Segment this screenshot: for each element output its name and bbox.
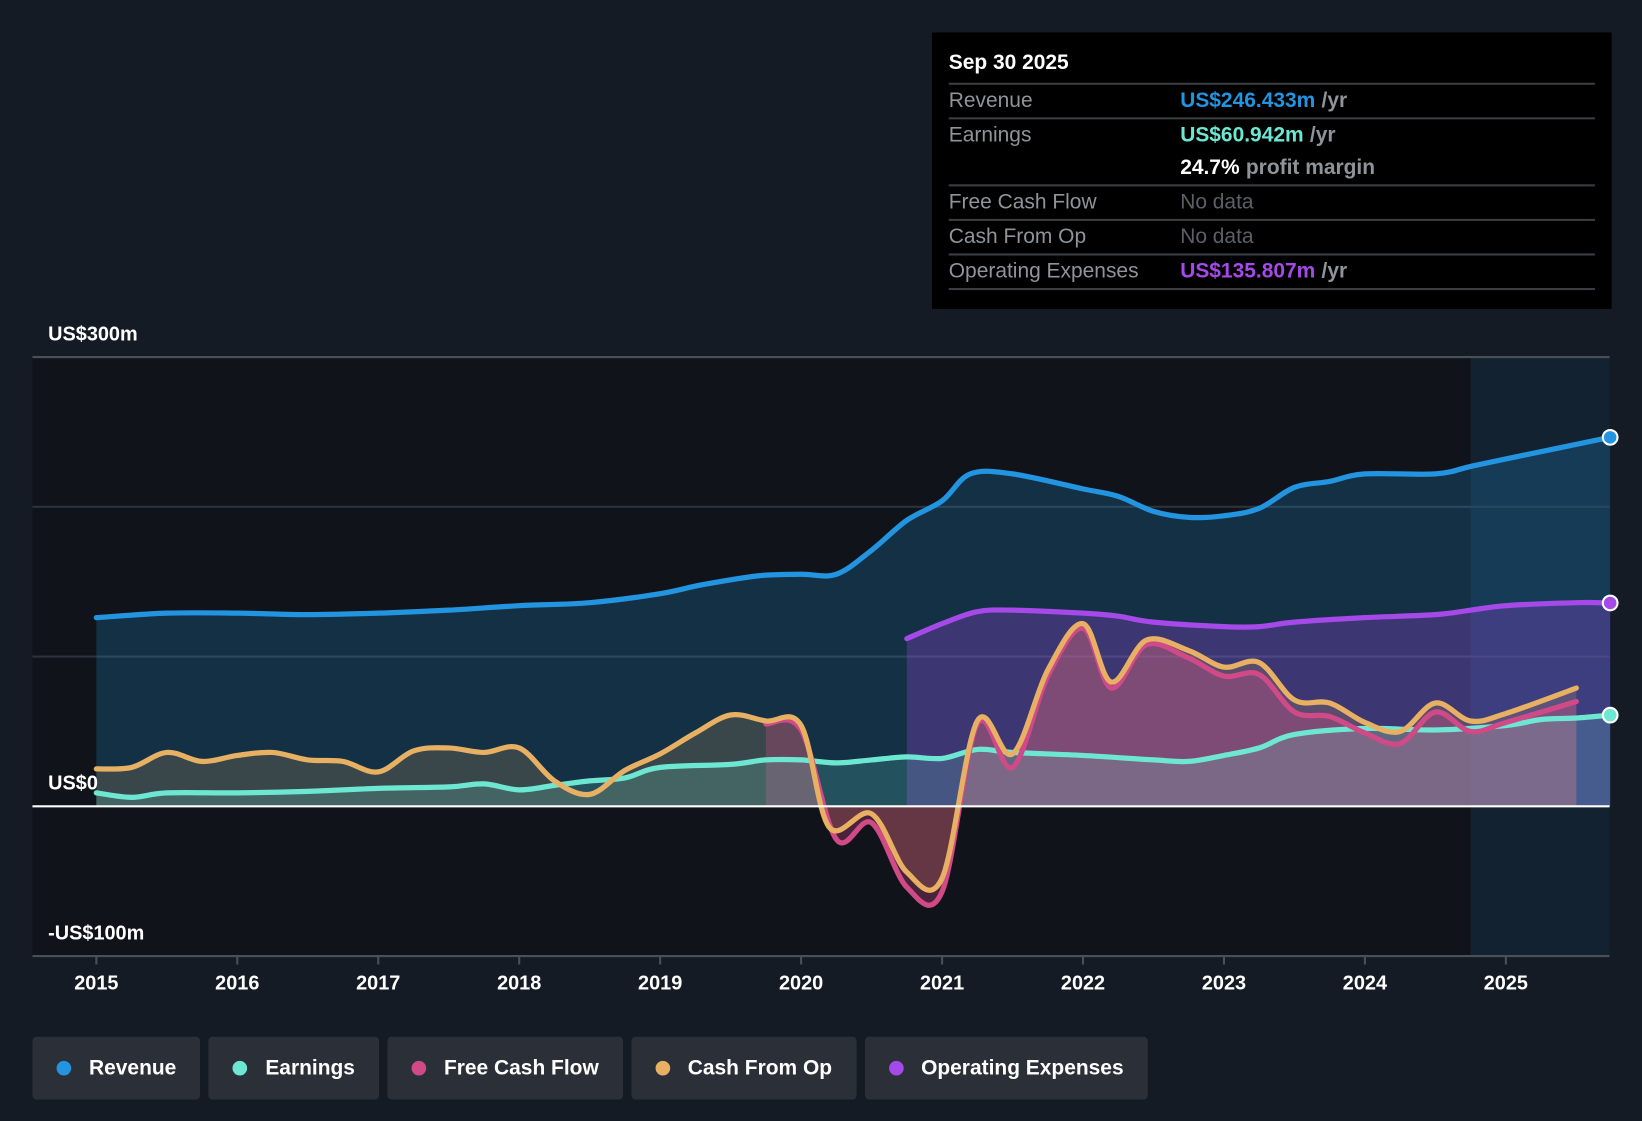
cfo-dot-icon <box>655 1060 670 1076</box>
tooltip-row-margin: 24.7% profit margin <box>948 152 1595 187</box>
tooltip-unit: /yr <box>1321 259 1348 283</box>
legend-item-fcf[interactable]: Free Cash Flow <box>387 1036 623 1100</box>
tooltip-value: No data <box>1180 190 1254 214</box>
tooltip-row-fcf: Free Cash Flow No data <box>948 186 1595 221</box>
tooltip-label: Revenue <box>948 89 1033 113</box>
x-tick-label: 2019 <box>638 973 682 995</box>
earnings-dot-icon <box>232 1060 248 1076</box>
tooltip-label: Operating Expenses <box>948 259 1139 283</box>
revenue-end-marker <box>1601 428 1619 446</box>
x-tick-label: 2023 <box>1202 973 1246 995</box>
tooltip-label <box>949 152 1180 184</box>
y-axis-label: US$0 <box>48 773 98 795</box>
tooltip-label: Cash From Op <box>948 225 1087 249</box>
x-tick-label: 2016 <box>215 973 259 995</box>
x-tick-label: 2024 <box>1343 973 1387 995</box>
legend-item-revenue[interactable]: Revenue <box>32 1036 201 1100</box>
x-tick-label: 2015 <box>74 973 118 995</box>
legend-label: Operating Expenses <box>921 1056 1124 1080</box>
legend-label: Revenue <box>89 1056 177 1080</box>
tooltip-value: US$246.433m <box>1180 89 1316 113</box>
tooltip: Sep 30 2025 Revenue US$246.433m /yr Earn… <box>932 32 1612 309</box>
x-tick-label: 2018 <box>497 973 541 995</box>
y-axis-label: US$300m <box>48 323 137 345</box>
fcf-dot-icon <box>411 1060 427 1076</box>
legend: Revenue Earnings Free Cash Flow Cash Fro… <box>32 1036 1148 1100</box>
x-tick-label: 2022 <box>1061 973 1105 995</box>
tooltip-value: US$135.807m <box>1180 259 1316 283</box>
x-tick-label: 2017 <box>356 973 400 995</box>
tooltip-label: Earnings <box>948 123 1032 147</box>
legend-label: Cash From Op <box>687 1056 833 1080</box>
earnings-end-marker <box>1601 706 1619 724</box>
tooltip-unit: /yr <box>1309 123 1336 147</box>
chart-stage: US$300m US$0 -US$100m 2015 2016 2017 2018 2019 2… <box>0 0 1642 1121</box>
legend-label: Earnings <box>265 1056 355 1080</box>
legend-item-cfo[interactable]: Cash From Op <box>631 1036 857 1100</box>
tooltip-row-earnings: Earnings US$60.942m /yr <box>949 119 1595 151</box>
opex-end-marker <box>1601 594 1619 612</box>
legend-label: Free Cash Flow <box>443 1056 599 1080</box>
x-tick-label: 2020 <box>779 973 823 995</box>
tooltip-row-cfo: Cash From Op No data <box>948 221 1595 256</box>
tooltip-value: US$60.942m <box>1180 123 1304 147</box>
tooltip-unit: /yr <box>1321 89 1348 113</box>
x-tick-label: 2025 <box>1484 973 1528 995</box>
x-tick-label: 2021 <box>920 973 964 995</box>
tooltip-row-opex: Operating Expenses US$135.807m /yr <box>948 256 1595 291</box>
legend-item-opex[interactable]: Operating Expenses <box>864 1036 1148 1100</box>
y-axis-label: -US$100m <box>48 922 144 944</box>
legend-item-earnings[interactable]: Earnings <box>208 1036 380 1100</box>
opex-dot-icon <box>888 1060 904 1076</box>
tooltip-value: 24.7% <box>1180 156 1240 180</box>
tooltip-unit: profit margin <box>1245 156 1376 180</box>
tooltip-date: Sep 30 2025 <box>948 47 1595 85</box>
revenue-dot-icon <box>56 1060 72 1076</box>
tooltip-value: No data <box>1180 225 1254 249</box>
tooltip-row-revenue: Revenue US$246.433m /yr <box>948 85 1595 120</box>
tooltip-label: Free Cash Flow <box>948 190 1097 214</box>
